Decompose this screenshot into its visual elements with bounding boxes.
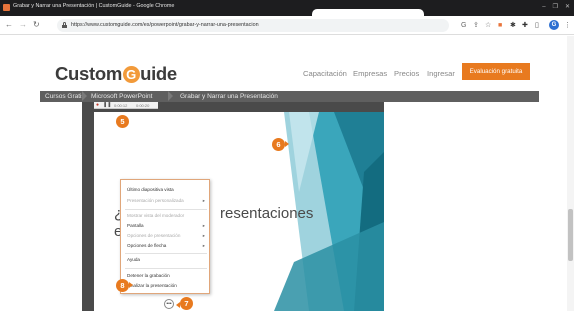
title-bar: Grabar y Narrar una Presentación | Custo… <box>0 0 574 16</box>
page-scrollbar[interactable] <box>567 36 574 311</box>
google-lens-icon[interactable]: G <box>461 21 466 30</box>
logo-g-icon: G <box>122 66 140 83</box>
menu-item-screen[interactable]: Pantalla <box>127 223 144 228</box>
back-icon[interactable]: ← <box>5 20 13 30</box>
previous-slide-icon[interactable]: ◀ <box>96 299 106 309</box>
slide-title-fragment-2: resentaciones <box>220 205 314 222</box>
menu-item-stop-recording[interactable]: Detener la grabación <box>127 273 170 278</box>
close-button[interactable]: ✕ <box>565 3 570 11</box>
submenu-arrow-icon: ▸ <box>202 233 205 238</box>
zoom-icon[interactable]: ⊕ <box>150 299 160 309</box>
puzzle-extensions-icon[interactable]: ✚ <box>522 21 528 30</box>
slideshow-context-menu: Último diapositiva vista Presentación pe… <box>120 179 210 294</box>
free-evaluation-button[interactable]: Evaluación gratuita <box>462 63 530 80</box>
submenu-arrow-icon: ▸ <box>202 198 205 203</box>
menu-separator <box>125 268 207 269</box>
active-tab[interactable] <box>312 9 424 16</box>
next-slide-icon[interactable]: ▶ <box>109 299 119 309</box>
forward-icon[interactable]: → <box>19 20 27 30</box>
customguide-logo[interactable]: Custom Guide <box>55 63 177 85</box>
minimize-button[interactable]: – <box>542 3 545 11</box>
extension-pin-icon[interactable]: ✱ <box>510 21 516 30</box>
menu-item-presentation-options: Opciones de presentación <box>127 233 181 238</box>
recording-time-current: 0:00:12 <box>114 103 128 108</box>
extension-orange-icon[interactable]: ■ <box>498 21 502 30</box>
step-marker-7: 7 <box>180 297 193 310</box>
window-controls: – ❐ ✕ <box>542 3 570 11</box>
browser-window: Grabar y Narrar una Presentación | Custo… <box>0 0 574 311</box>
nav-capacitacion[interactable]: Capacitación <box>303 69 347 78</box>
url-text: https://www.customguide.com/es/powerpoin… <box>71 22 259 28</box>
scrollbar-thumb[interactable] <box>568 209 573 261</box>
breadcrumb-separator-icon <box>168 91 173 101</box>
step-marker-5: 5 <box>116 115 129 128</box>
favicon-icon <box>3 4 10 11</box>
menu-item-arrow-options[interactable]: Opciones de flecha <box>127 243 166 248</box>
menu-separator <box>125 253 207 254</box>
maximize-button[interactable]: ❐ <box>553 3 558 11</box>
window-title: Grabar y Narrar una Presentación | Custo… <box>13 3 175 9</box>
marker-pointer-icon <box>129 282 133 288</box>
breadcrumb-separator-icon <box>82 91 87 101</box>
breadcrumb-current-page: Grabar y Narrar una Presentación <box>180 92 278 100</box>
menu-item-last-viewed[interactable]: Último diapositiva vista <box>127 187 174 192</box>
submenu-arrow-icon: ▸ <box>202 243 205 248</box>
pause-icon[interactable]: ❚❚ <box>103 102 111 109</box>
menu-item-presenter-view: Mostrar vista del moderador <box>127 213 185 218</box>
nav-empresas[interactable]: Empresas <box>353 69 387 78</box>
menu-separator <box>125 209 207 210</box>
profile-avatar[interactable]: G <box>549 20 559 30</box>
share-icon[interactable]: ⇪ <box>473 21 479 30</box>
step-marker-6: 6 <box>272 138 285 151</box>
see-all-slides-icon[interactable]: ▦ <box>136 299 146 309</box>
recording-time-total: 0:00:20 <box>136 103 150 108</box>
more-options-icon[interactable]: ••• <box>164 299 174 309</box>
nav-precios[interactable]: Precios <box>394 69 419 78</box>
breadcrumb-free-courses[interactable]: Cursos Gratis <box>45 93 85 100</box>
step-marker-8: 8 <box>116 279 129 292</box>
nav-ingresar[interactable]: Ingresar <box>427 69 455 78</box>
menu-item-help[interactable]: Ayuda <box>127 257 140 262</box>
chrome-menu-icon[interactable]: ⋮ <box>564 21 571 30</box>
menu-item-custom-show: Presentación personalizada <box>127 198 184 203</box>
url-field[interactable]: https://www.customguide.com/es/powerpoin… <box>57 19 449 32</box>
side-panel-icon[interactable]: ▯ <box>535 21 539 30</box>
recording-toolbar: ● ❚❚ 0:00:12 0:00:20 <box>94 102 158 109</box>
menu-item-end-show[interactable]: Finalizar la presentación <box>127 283 177 288</box>
marker-pointer-icon <box>285 141 289 147</box>
lock-icon <box>62 22 67 28</box>
pen-icon[interactable]: ✎ <box>122 299 132 309</box>
address-bar: ← → ↻ https://www.customguide.com/es/pow… <box>0 16 574 35</box>
submenu-arrow-icon: ▸ <box>202 223 205 228</box>
breadcrumb: Cursos Gratis Microsoft PowerPoint Graba… <box>40 91 539 102</box>
bookmark-star-icon[interactable]: ☆ <box>485 21 491 30</box>
breadcrumb-powerpoint[interactable]: Microsoft PowerPoint <box>91 93 152 100</box>
reload-icon[interactable]: ↻ <box>33 20 40 30</box>
record-icon[interactable]: ● <box>96 102 99 109</box>
